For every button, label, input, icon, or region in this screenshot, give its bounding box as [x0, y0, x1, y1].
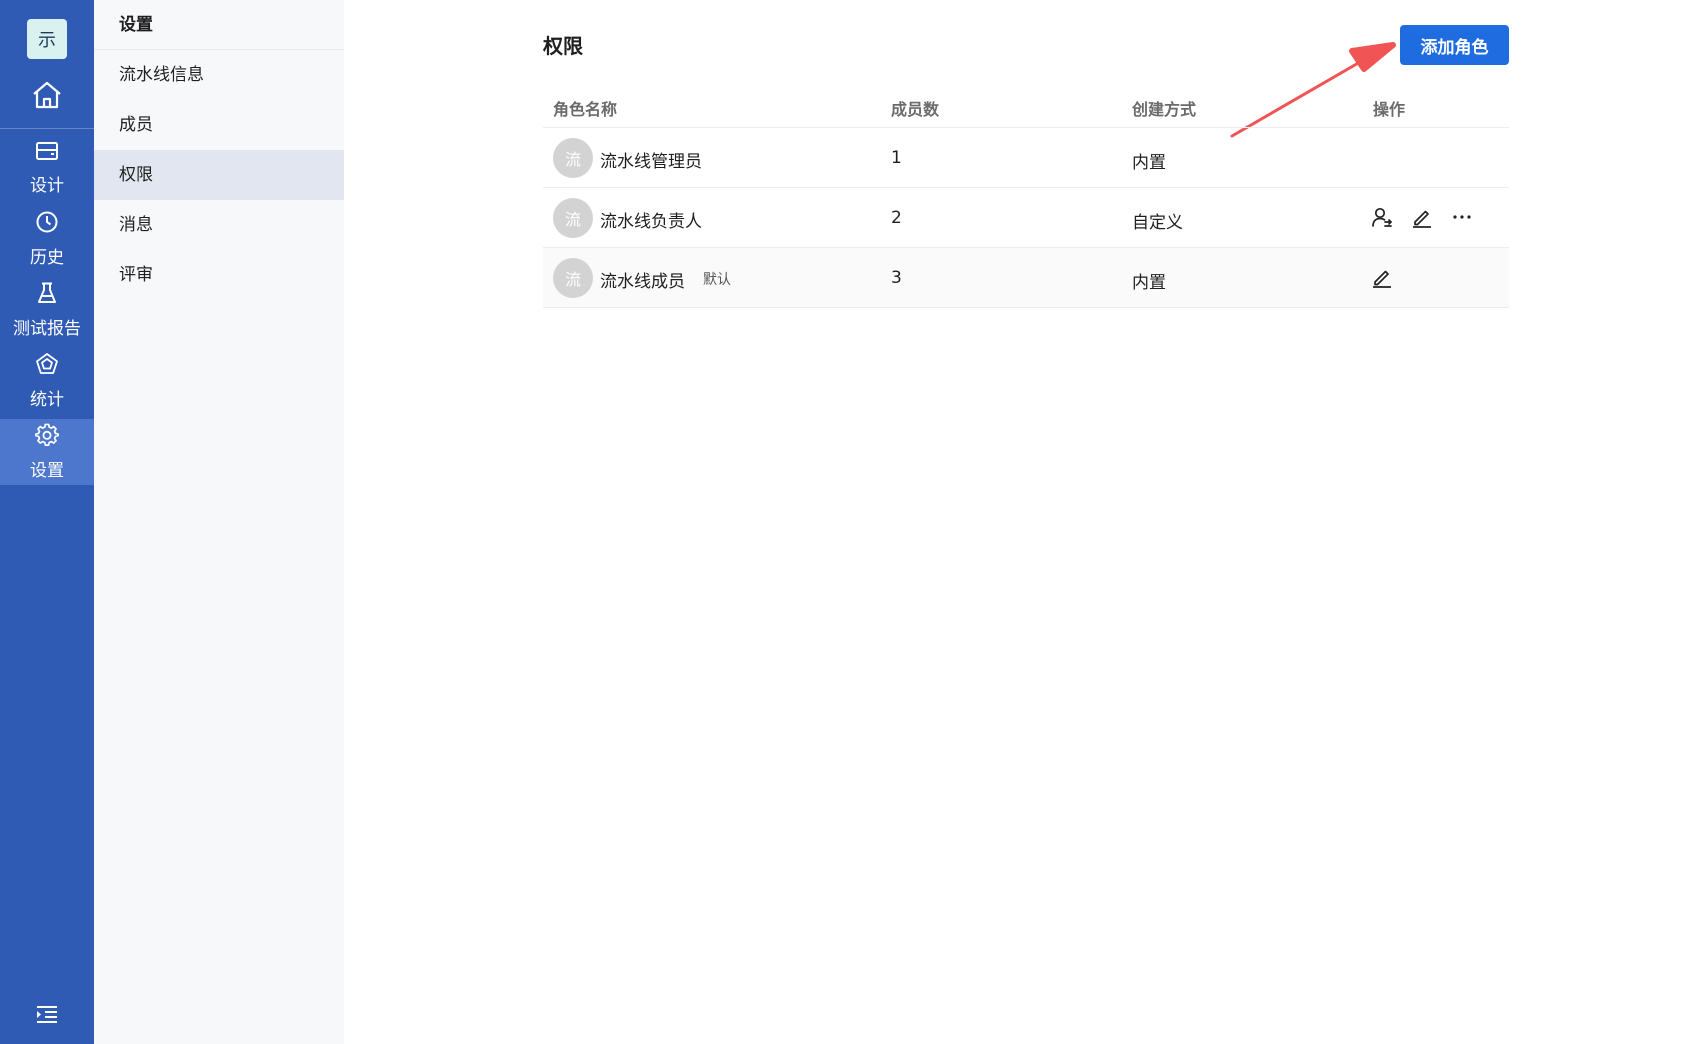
rail-item-settings[interactable]: 设置: [0, 419, 94, 485]
rail-item-label: 测试报告: [13, 319, 81, 339]
app-logo[interactable]: 示: [27, 19, 67, 59]
member-count: 2: [891, 208, 902, 228]
user-switch-icon[interactable]: [1370, 205, 1394, 229]
avatar: 流: [553, 138, 593, 178]
rail-item-test-report[interactable]: 测试报告: [0, 277, 94, 343]
subnav-item-messages[interactable]: 消息: [94, 200, 344, 250]
flask-icon: [35, 281, 59, 314]
clock-icon: [35, 210, 59, 243]
role-name: 流水线管理员: [600, 152, 702, 172]
rail-item-history[interactable]: 历史: [0, 206, 94, 272]
table-row: 流 流水线负责人 2 自定义: [543, 188, 1509, 248]
home-button[interactable]: [22, 76, 72, 118]
creation-type: 内置: [1132, 273, 1166, 293]
rail-divider: [0, 128, 94, 129]
subnav-item-permissions[interactable]: 权限: [94, 150, 344, 200]
avatar: 流: [553, 198, 593, 238]
member-count: 1: [891, 148, 902, 168]
pentagon-chart-icon: [35, 352, 59, 385]
home-icon: [31, 80, 63, 114]
more-icon[interactable]: [1450, 205, 1474, 229]
edit-icon[interactable]: [1410, 205, 1434, 229]
table-header: 角色名称 成员数 创建方式 操作: [543, 84, 1509, 128]
column-header-name: 角色名称: [553, 100, 618, 119]
column-header-actions: 操作: [1373, 100, 1406, 119]
rail-item-label: 设置: [30, 461, 64, 481]
app-rail: 示 设计 历史 测试报告 统计 设置: [0, 0, 94, 1044]
subnav-item-members[interactable]: 成员: [94, 100, 344, 150]
table-row: 流 流水线成员 默认 3 内置: [543, 248, 1509, 308]
avatar: 流: [553, 258, 593, 298]
subnav-item-review[interactable]: 评审: [94, 250, 344, 300]
column-header-creation: 创建方式: [1132, 100, 1197, 119]
page-title: 权限: [543, 34, 583, 58]
rail-item-statistics[interactable]: 统计: [0, 348, 94, 414]
rail-item-label: 设计: [30, 176, 64, 196]
collapse-menu-icon: [36, 1005, 58, 1027]
gear-icon: [35, 423, 59, 456]
creation-type: 自定义: [1132, 213, 1183, 233]
rail-item-design[interactable]: 设计: [0, 135, 94, 201]
role-name: 流水线成员: [600, 272, 685, 292]
add-role-button[interactable]: 添加角色: [1400, 25, 1509, 65]
rail-item-label: 历史: [30, 248, 64, 268]
rail-item-label: 统计: [30, 390, 64, 410]
column-header-members: 成员数: [891, 100, 940, 119]
roles-table: 角色名称 成员数 创建方式 操作 流 流水线管理员 1 内置 流 流水线负责人 …: [543, 84, 1509, 308]
member-count: 3: [891, 268, 902, 288]
creation-type: 内置: [1132, 153, 1166, 173]
settings-subnav: 设置 流水线信息 成员 权限 消息 评审: [94, 0, 344, 1044]
collapse-menu-button[interactable]: [33, 1004, 61, 1028]
design-icon: [35, 140, 59, 171]
edit-icon[interactable]: [1370, 265, 1394, 289]
subnav-item-pipeline-info[interactable]: 流水线信息: [94, 50, 344, 100]
table-row: 流 流水线管理员 1 内置: [543, 128, 1509, 188]
default-role-tag: 默认: [703, 272, 731, 288]
role-name: 流水线负责人: [600, 212, 702, 232]
subnav-title: 设置: [94, 0, 344, 50]
